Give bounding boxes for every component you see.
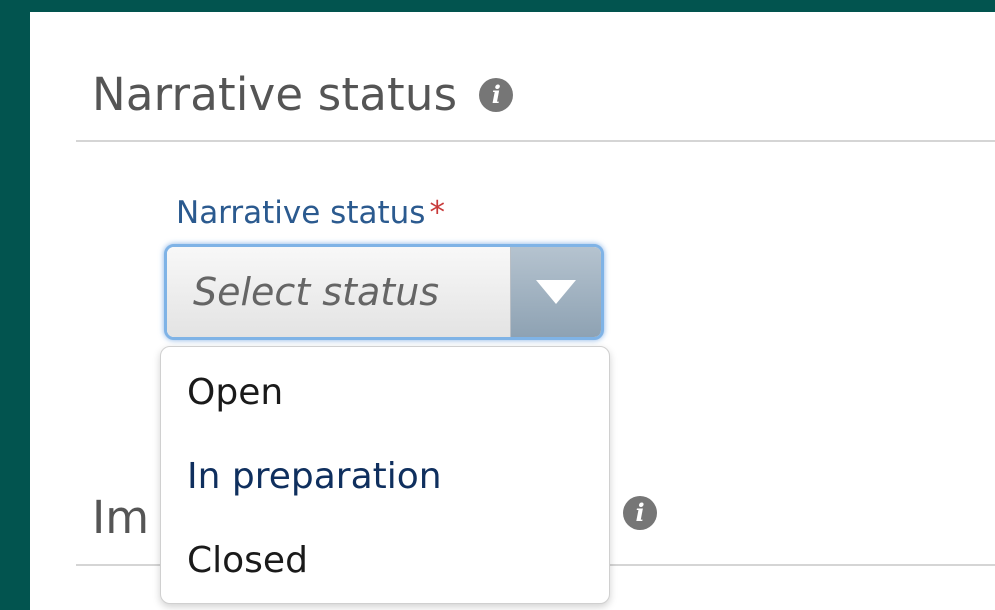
narrative-status-select[interactable]: Select status	[164, 244, 604, 340]
section-title: Narrative status	[92, 68, 458, 121]
narrative-status-label: Narrative status *	[176, 198, 445, 229]
option-in-preparation[interactable]: In preparation	[187, 459, 442, 495]
option-open[interactable]: Open	[187, 375, 283, 411]
triangle-down-icon	[536, 280, 576, 304]
select-placeholder: Select status	[167, 247, 511, 337]
form-panel: Narrative status i Narrative status * Sel…	[30, 12, 995, 610]
section-title: Im	[92, 491, 150, 544]
info-icon[interactable]: i	[623, 496, 657, 530]
option-closed[interactable]: Closed	[187, 543, 308, 579]
field-label-text: Narrative status	[176, 195, 426, 231]
status-dropdown-menu: Open In preparation Closed	[160, 346, 610, 604]
section-divider	[76, 140, 995, 142]
section-header: Narrative status i	[92, 68, 514, 121]
required-asterisk-icon: *	[429, 195, 445, 231]
info-icon[interactable]: i	[479, 77, 514, 112]
dropdown-toggle-button[interactable]	[511, 247, 601, 337]
